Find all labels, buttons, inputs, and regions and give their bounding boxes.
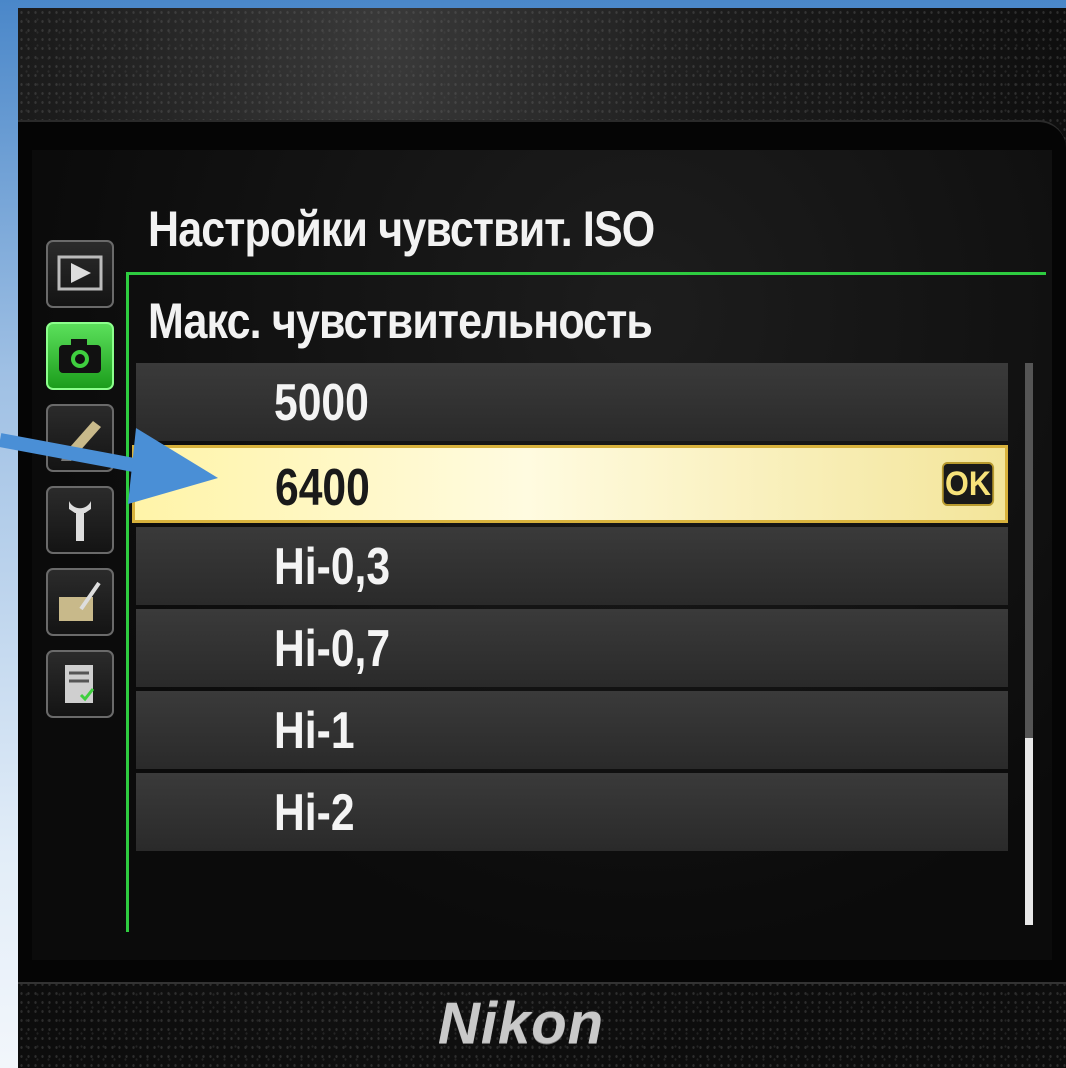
tab-recent-settings[interactable] — [46, 650, 114, 718]
nikon-logo: Nikon — [438, 991, 605, 1056]
ok-button[interactable]: OK — [941, 462, 995, 506]
option-label: Hi-2 — [274, 784, 355, 842]
option-label: Hi-0,3 — [274, 538, 391, 596]
menu-title: Настройки чувствит. ISO — [148, 201, 655, 257]
scrollbar[interactable] — [1025, 363, 1033, 925]
option-6400[interactable]: 6400 OK — [132, 445, 1008, 523]
option-label: 5000 — [274, 374, 369, 432]
submenu-title: Макс. чувствительность — [148, 293, 653, 349]
tab-retouch[interactable] — [46, 568, 114, 636]
option-hi-0-7[interactable]: Hi-0,7 — [136, 609, 1008, 687]
lcd-bezel: Настройки чувствит. ISO Макс. чувствител… — [18, 120, 1066, 984]
option-list: 5000 6400 OK Hi-0,3 Hi-0,7 Hi-1 Hi-2 — [132, 363, 1008, 855]
retouch-icon — [59, 581, 101, 621]
option-5000[interactable]: 5000 — [136, 363, 1008, 441]
option-hi-1[interactable]: Hi-1 — [136, 691, 1008, 769]
option-label: 6400 — [275, 459, 370, 517]
playback-icon — [57, 255, 103, 291]
tab-playback[interactable] — [46, 240, 114, 308]
option-hi-2[interactable]: Hi-2 — [136, 773, 1008, 851]
option-label: Hi-0,7 — [274, 620, 391, 678]
camera-icon — [59, 339, 101, 373]
tab-shooting[interactable] — [46, 322, 114, 390]
option-label: Hi-1 — [274, 702, 355, 760]
recent-settings-icon — [65, 665, 95, 703]
lcd-screen: Настройки чувствит. ISO Макс. чувствител… — [32, 150, 1052, 960]
annotation-arrow — [0, 428, 218, 504]
scroll-thumb[interactable] — [1025, 738, 1033, 925]
option-hi-0-3[interactable]: Hi-0,3 — [136, 527, 1008, 605]
